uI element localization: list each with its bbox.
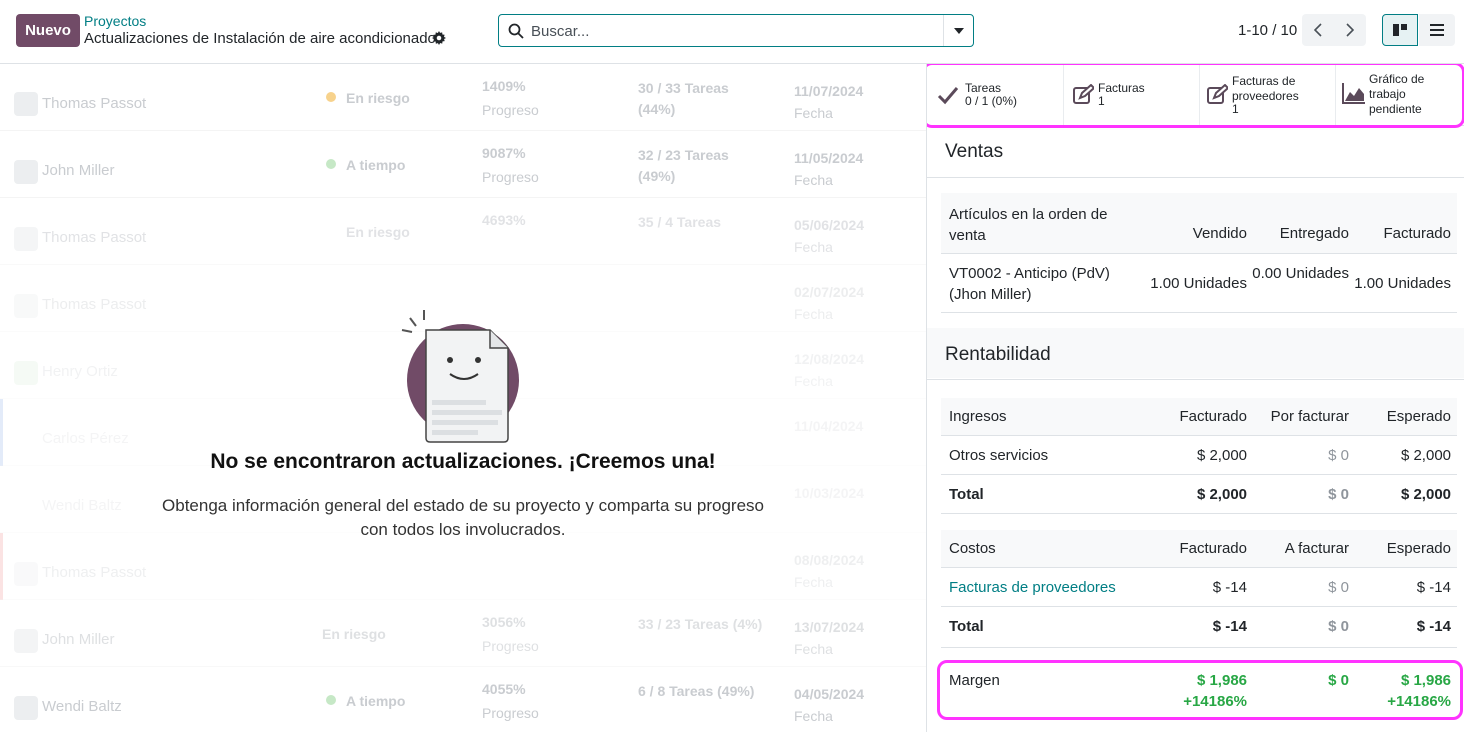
annotation-highlight bbox=[937, 660, 1463, 720]
search-input[interactable] bbox=[531, 20, 931, 42]
cost-total-to-invoice: $ 0 bbox=[1328, 618, 1349, 635]
stat-button-invoices[interactable]: Facturas 1 bbox=[1064, 64, 1200, 126]
margin-expected: $ 1,986 bbox=[1400, 672, 1451, 689]
divider bbox=[927, 177, 1464, 178]
cost-row-to-invoice: $ 0 bbox=[1328, 579, 1349, 596]
revenue-header-label: Ingresos bbox=[949, 408, 1007, 425]
list-icon bbox=[1430, 24, 1444, 36]
kanban-icon bbox=[1393, 24, 1407, 36]
new-button[interactable]: Nuevo bbox=[16, 14, 80, 47]
cost-row-invoiced: $ -14 bbox=[1212, 579, 1247, 596]
revenue-header-expected: Esperado bbox=[1386, 408, 1451, 425]
gear-icon[interactable] bbox=[432, 31, 446, 45]
revenue-row-label: Otros servicios bbox=[949, 447, 1049, 464]
cost-header-invoiced: Facturado bbox=[1179, 540, 1247, 557]
divider bbox=[941, 606, 1457, 607]
search-options-toggle[interactable] bbox=[943, 15, 973, 46]
stat-label: Facturas bbox=[1098, 81, 1145, 95]
cost-total-invoiced: $ -14 bbox=[1212, 618, 1247, 635]
breadcrumb-projects-link[interactable]: Proyectos bbox=[84, 13, 146, 29]
search-bar bbox=[498, 14, 974, 47]
sales-row-item: VT0002 - Anticipo (PdV) (Jhon Miller) bbox=[949, 265, 1110, 303]
stat-label: Gráfico de trabajo pendiente bbox=[1369, 72, 1425, 116]
list-view-button[interactable] bbox=[1419, 14, 1455, 46]
stat-value: 0 / 1 (0%) bbox=[965, 94, 1018, 108]
empty-state-text: Obtenga información general del estado d… bbox=[162, 496, 764, 539]
revenue-header-invoiced: Facturado bbox=[1179, 408, 1247, 425]
cost-header-to-invoice: A facturar bbox=[1284, 540, 1349, 557]
stat-label: Facturas de proveedores bbox=[1232, 74, 1299, 103]
margin-expected-percent: +14186% bbox=[1387, 693, 1451, 710]
margin-invoiced-percent: +14186% bbox=[1183, 693, 1247, 710]
divider bbox=[941, 312, 1457, 313]
check-icon bbox=[937, 87, 959, 105]
pager-previous-button[interactable] bbox=[1302, 14, 1334, 46]
revenue-total-invoiced: $ 2,000 bbox=[1196, 486, 1247, 503]
sales-header-sold: Vendido bbox=[1192, 225, 1247, 242]
cost-row-expected: $ -14 bbox=[1416, 579, 1451, 596]
area-chart-icon bbox=[1342, 83, 1365, 104]
stat-value: 1 bbox=[1098, 94, 1105, 108]
sales-header-invoiced: Facturado bbox=[1383, 225, 1451, 242]
empty-state: No se encontraron actualizaciones. ¡Cree… bbox=[0, 64, 926, 732]
divider bbox=[941, 253, 1457, 254]
divider bbox=[941, 567, 1457, 568]
caret-down-icon bbox=[953, 27, 964, 34]
divider bbox=[941, 474, 1457, 475]
cost-header-expected: Esperado bbox=[1386, 540, 1451, 557]
empty-state-title: No se encontraron actualizaciones. ¡Cree… bbox=[210, 450, 716, 473]
edit-icon bbox=[1207, 84, 1228, 104]
revenue-row-invoiced: $ 2,000 bbox=[1196, 447, 1247, 464]
pager-next-button[interactable] bbox=[1334, 14, 1366, 46]
margin-to-invoice: $ 0 bbox=[1328, 672, 1349, 689]
sales-row-invoiced: 1.00 Unidades bbox=[1354, 275, 1451, 292]
cost-total-label: Total bbox=[949, 618, 984, 635]
divider bbox=[941, 647, 1457, 648]
sales-row-sold: 1.00 Unidades bbox=[1150, 275, 1247, 292]
stat-value: 1 bbox=[1232, 102, 1239, 116]
chevron-left-icon bbox=[1314, 23, 1322, 37]
sales-header-delivered: Entregado bbox=[1279, 225, 1349, 242]
revenue-header-to-invoice: Por facturar bbox=[1270, 408, 1349, 425]
cost-header-label: Costos bbox=[949, 540, 996, 557]
revenue-total-expected: $ 2,000 bbox=[1400, 486, 1451, 503]
sales-row-delivered: 0.00 Unidades bbox=[1252, 265, 1349, 282]
search-icon bbox=[508, 23, 524, 39]
stat-button-tasks[interactable]: Tareas 0 / 1 (0%) bbox=[927, 64, 1064, 126]
divider bbox=[941, 435, 1457, 436]
stat-buttons: Tareas 0 / 1 (0%) Facturas 1 Facturas de… bbox=[927, 64, 1464, 126]
divider bbox=[927, 379, 1464, 380]
sales-header-item: Artículos en la orden de venta bbox=[949, 206, 1108, 244]
margin-invoiced: $ 1,986 bbox=[1196, 672, 1247, 689]
revenue-total-label: Total bbox=[949, 486, 984, 503]
divider bbox=[941, 513, 1457, 514]
profitability-section-title: Rentabilidad bbox=[945, 344, 1051, 365]
cost-total-expected: $ -14 bbox=[1416, 618, 1451, 635]
empty-document-illustration bbox=[401, 310, 519, 443]
margin-label: Margen bbox=[949, 672, 1000, 689]
control-panel: Nuevo Proyectos Actualizaciones de Insta… bbox=[0, 0, 1464, 64]
project-sidebar: Tareas 0 / 1 (0%) Facturas 1 Facturas de… bbox=[926, 64, 1464, 732]
sales-section-title: Ventas bbox=[945, 141, 1004, 162]
revenue-row-expected: $ 2,000 bbox=[1400, 447, 1451, 464]
chevron-right-icon bbox=[1346, 23, 1354, 37]
revenue-row-to-invoice: $ 0 bbox=[1328, 447, 1349, 464]
kanban-view-button[interactable] bbox=[1382, 14, 1418, 46]
revenue-total-to-invoice: $ 0 bbox=[1328, 486, 1349, 503]
stat-button-burndown[interactable]: Gráfico de trabajo pendiente bbox=[1336, 64, 1464, 126]
pager-value[interactable]: 1-10 / 10 bbox=[1238, 22, 1297, 39]
edit-icon bbox=[1073, 84, 1094, 104]
stat-button-vendor-bills[interactable]: Facturas de proveedores 1 bbox=[1200, 64, 1336, 126]
page-title: Actualizaciones de Instalación de aire a… bbox=[84, 30, 436, 47]
vendor-bills-link[interactable]: Facturas de proveedores bbox=[949, 579, 1116, 596]
